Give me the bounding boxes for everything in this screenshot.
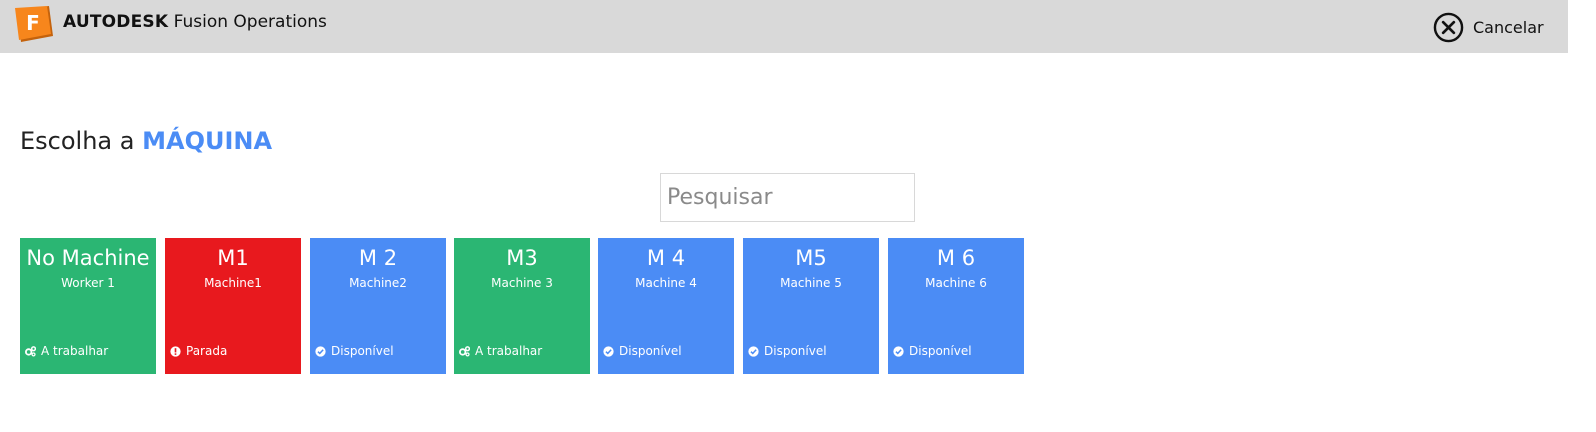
machine-status: Parada <box>170 344 227 358</box>
machine-name: M 4 <box>646 246 686 270</box>
machine-name: M5 <box>795 246 827 270</box>
machine-status: Disponível <box>748 344 827 358</box>
machine-subtitle: Machine 5 <box>780 276 842 290</box>
machine-tile-m4[interactable]: M 4 Machine 4 Disponível <box>598 238 734 374</box>
check-circle-icon <box>893 345 904 357</box>
machine-subtitle: Worker 1 <box>61 276 115 290</box>
machine-status-label: Disponível <box>909 344 972 358</box>
brand-product: Fusion Operations <box>173 12 327 32</box>
gears-icon <box>25 345 36 357</box>
gears-icon <box>459 345 470 357</box>
cancel-label: Cancelar <box>1473 17 1544 37</box>
machine-status: Disponível <box>603 344 682 358</box>
machine-tile-m3[interactable]: M3 Machine 3 A trabalhar <box>454 238 590 374</box>
machine-name: M1 <box>217 246 249 270</box>
machine-tile-m6[interactable]: M 6 Machine 6 Disponível <box>888 238 1024 374</box>
close-circle-icon <box>1433 12 1464 42</box>
page-title: Escolha a MÁQUINA <box>20 127 272 155</box>
page-title-prefix: Escolha a <box>20 127 135 155</box>
search-input[interactable] <box>660 173 915 222</box>
machine-status: Disponível <box>893 344 972 358</box>
alert-icon <box>170 345 181 357</box>
machine-status: A trabalhar <box>459 344 542 358</box>
machine-name: M3 <box>506 246 538 270</box>
page-title-highlight: MÁQUINA <box>142 127 273 155</box>
machine-tile-m5[interactable]: M5 Machine 5 Disponível <box>743 238 879 374</box>
machine-name: M 2 <box>358 246 398 270</box>
check-circle-icon <box>748 345 759 357</box>
machine-status: A trabalhar <box>25 344 108 358</box>
machine-status-label: Disponível <box>619 344 682 358</box>
machine-status-label: Parada <box>186 344 228 358</box>
machine-subtitle: Machine 3 <box>491 276 553 290</box>
machine-status-label: Disponível <box>764 344 827 358</box>
machine-status-label: A trabalhar <box>41 344 109 358</box>
machine-status-label: A trabalhar <box>475 344 543 358</box>
machine-name: M 6 <box>936 246 976 270</box>
check-circle-icon <box>603 345 614 357</box>
cancel-button[interactable]: Cancelar <box>1433 11 1544 43</box>
machine-tile-m2[interactable]: M 2 Machine2 Disponível <box>310 238 446 374</box>
machine-name: No Machine <box>26 246 150 270</box>
machine-subtitle: Machine 6 <box>925 276 987 290</box>
machine-status: Disponível <box>315 344 394 358</box>
machine-tile-no-machine[interactable]: No Machine Worker 1 A trabalhar <box>20 238 156 374</box>
machine-subtitle: Machine 4 <box>635 276 697 290</box>
fusion-logo-icon: F <box>15 6 55 44</box>
brand-autodesk: AUTODESK <box>63 12 169 32</box>
check-circle-icon <box>315 345 326 357</box>
logo-letter: F <box>26 11 40 35</box>
top-bar: F AUTODESK Fusion Operations Cancelar <box>0 0 1568 53</box>
machine-subtitle: Machine1 <box>204 276 262 290</box>
machine-subtitle: Machine2 <box>349 276 407 290</box>
brand-name: AUTODESK Fusion Operations <box>63 12 327 32</box>
machine-tile-m1[interactable]: M1 Machine1 Parada <box>165 238 301 374</box>
machine-status-label: Disponível <box>331 344 394 358</box>
